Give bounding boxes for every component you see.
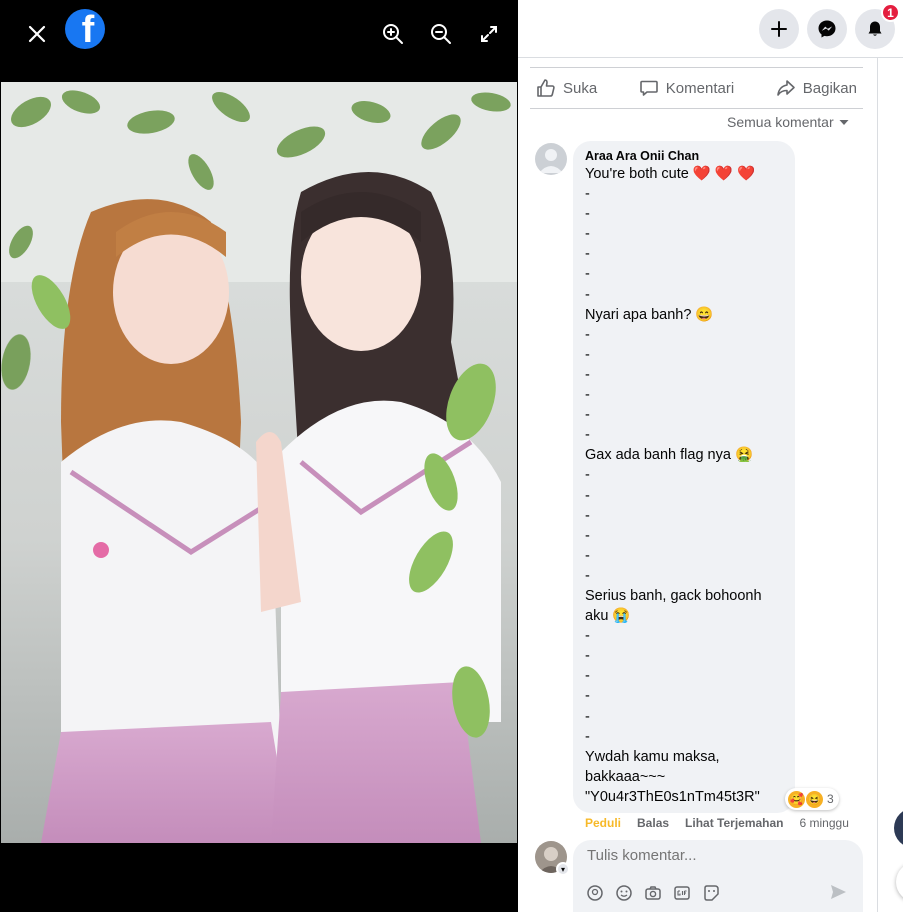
notification-badge: 1 bbox=[881, 3, 900, 22]
zoom-in-button[interactable] bbox=[375, 16, 411, 52]
caret-down-icon bbox=[839, 120, 849, 125]
fullscreen-icon bbox=[481, 26, 497, 42]
comment-line: - bbox=[585, 688, 590, 705]
gif-button[interactable] bbox=[672, 883, 692, 903]
zoom-out-button[interactable] bbox=[423, 16, 459, 52]
like-label: Suka bbox=[563, 79, 598, 97]
comment-line: - bbox=[585, 507, 590, 524]
comment-line: - bbox=[585, 527, 590, 544]
comment-line: bakkaaa~~~ bbox=[585, 768, 666, 785]
comment-line: - bbox=[585, 547, 590, 564]
share-button[interactable]: Bagikan bbox=[770, 70, 863, 106]
top-bar: 1 bbox=[518, 0, 903, 58]
comment-line: "Y0u4r3ThE0s1nTm45t3R" bbox=[585, 788, 760, 805]
comment-label: Komentari bbox=[665, 79, 735, 97]
emoji-icon bbox=[616, 885, 632, 901]
sticker-button[interactable] bbox=[701, 883, 721, 903]
comment-line: - bbox=[585, 728, 590, 745]
fullscreen-button[interactable] bbox=[471, 16, 507, 52]
comment-line: - bbox=[585, 708, 590, 725]
commenter-avatar[interactable] bbox=[535, 143, 567, 175]
comment-bubble: Araa Ara Onii Chan You're both cute ❤️ ❤… bbox=[573, 141, 795, 813]
avatar-sticker-button[interactable] bbox=[585, 883, 605, 903]
like-button[interactable]: Suka bbox=[530, 70, 603, 106]
comments-panel: 1 Suka Komentari Bagikan Semua komentar … bbox=[518, 0, 903, 912]
composer-tools bbox=[585, 883, 721, 903]
comment-line: - bbox=[585, 407, 590, 424]
emoji-button[interactable] bbox=[614, 883, 634, 903]
notifications-button[interactable]: 1 bbox=[855, 3, 900, 49]
comment-line: - bbox=[585, 226, 590, 243]
comment-line: Serius banh, gack bohoonh bbox=[585, 587, 762, 604]
comment-input[interactable] bbox=[585, 846, 849, 865]
messenger-button[interactable] bbox=[807, 9, 847, 49]
share-icon bbox=[776, 80, 795, 96]
new-message-button[interactable] bbox=[896, 862, 903, 902]
comment-line: - bbox=[585, 246, 590, 263]
reply-button[interactable]: Balas bbox=[637, 816, 669, 830]
comment-sort-dropdown[interactable]: Semua komentar bbox=[727, 114, 850, 130]
comment-line: Ywdah kamu maksa, bbox=[585, 748, 720, 765]
zoom-out-icon bbox=[431, 24, 451, 44]
photo-button[interactable] bbox=[643, 883, 663, 903]
post-photo bbox=[1, 82, 517, 843]
comment-icon bbox=[639, 80, 658, 96]
comment-line: aku 😭 bbox=[585, 608, 631, 625]
comment-line: - bbox=[585, 326, 590, 343]
thumbs-up-icon bbox=[537, 79, 555, 97]
comment-line: - bbox=[585, 206, 590, 223]
chat-head[interactable] bbox=[894, 808, 903, 848]
share-label: Bagikan bbox=[802, 79, 857, 97]
comment-text: You're both cute ❤️ ❤️ ❤️ - - - - - - Nyari apa… bbox=[585, 164, 783, 807]
sort-label: Semua komentar bbox=[727, 114, 834, 130]
messenger-icon bbox=[818, 20, 836, 38]
plus-icon bbox=[771, 21, 787, 37]
comment-line: - bbox=[585, 346, 590, 363]
comment-composer bbox=[573, 840, 863, 912]
scrollbar[interactable] bbox=[877, 58, 878, 912]
comment-line: - bbox=[585, 648, 590, 665]
photo-viewer: f bbox=[0, 0, 518, 912]
send-button[interactable] bbox=[829, 883, 849, 903]
comment-line: - bbox=[585, 467, 590, 484]
comment-line: Gax ada banh flag nya 🤮 bbox=[585, 447, 753, 464]
user-avatar[interactable]: ▾ bbox=[535, 841, 570, 876]
comment-line: - bbox=[585, 266, 590, 283]
comment-line: - bbox=[585, 366, 590, 383]
create-button[interactable] bbox=[759, 9, 799, 49]
close-button[interactable] bbox=[19, 16, 55, 52]
comment-author[interactable]: Araa Ara Onii Chan bbox=[585, 149, 783, 163]
comment-line: - bbox=[585, 286, 590, 303]
translate-button[interactable]: Lihat Terjemahan bbox=[685, 816, 783, 830]
sticker-icon bbox=[704, 885, 719, 901]
zoom-in-icon bbox=[383, 24, 403, 44]
camera-icon bbox=[645, 886, 661, 900]
avatar-sticker-icon bbox=[587, 885, 603, 901]
reaction-count: 3 bbox=[827, 792, 834, 806]
facebook-logo[interactable]: f bbox=[65, 9, 105, 49]
comment-button[interactable]: Komentari bbox=[633, 70, 740, 106]
comment-line: - bbox=[585, 387, 590, 404]
gif-icon bbox=[674, 886, 690, 900]
comment-line: - bbox=[585, 487, 590, 504]
comment-meta: Peduli Balas Lihat Terjemahan 6 minggu bbox=[585, 816, 849, 830]
bell-icon bbox=[868, 21, 882, 36]
comment-time[interactable]: 6 minggu bbox=[800, 816, 849, 830]
comment-line: - bbox=[585, 427, 590, 444]
chevron-down-icon[interactable]: ▾ bbox=[556, 862, 570, 876]
reaction-summary[interactable]: 🥰 😆 3 bbox=[785, 788, 839, 810]
comment-line: - bbox=[585, 186, 590, 203]
comment-line: You're both cute ❤️ ❤️ ❤️ bbox=[585, 166, 756, 182]
comment-line: - bbox=[585, 567, 590, 584]
post-actions: Suka Komentari Bagikan bbox=[530, 67, 863, 109]
comment-line: - bbox=[585, 668, 590, 685]
close-icon bbox=[28, 25, 46, 43]
send-icon bbox=[831, 885, 846, 899]
comment-line: Nyari apa banh? 😄 bbox=[585, 306, 714, 323]
care-reaction-icon: 🥰 bbox=[788, 790, 805, 808]
care-reaction-button[interactable]: Peduli bbox=[585, 816, 621, 830]
haha-reaction-icon: 😆 bbox=[806, 790, 823, 808]
comment-line: - bbox=[585, 628, 590, 645]
